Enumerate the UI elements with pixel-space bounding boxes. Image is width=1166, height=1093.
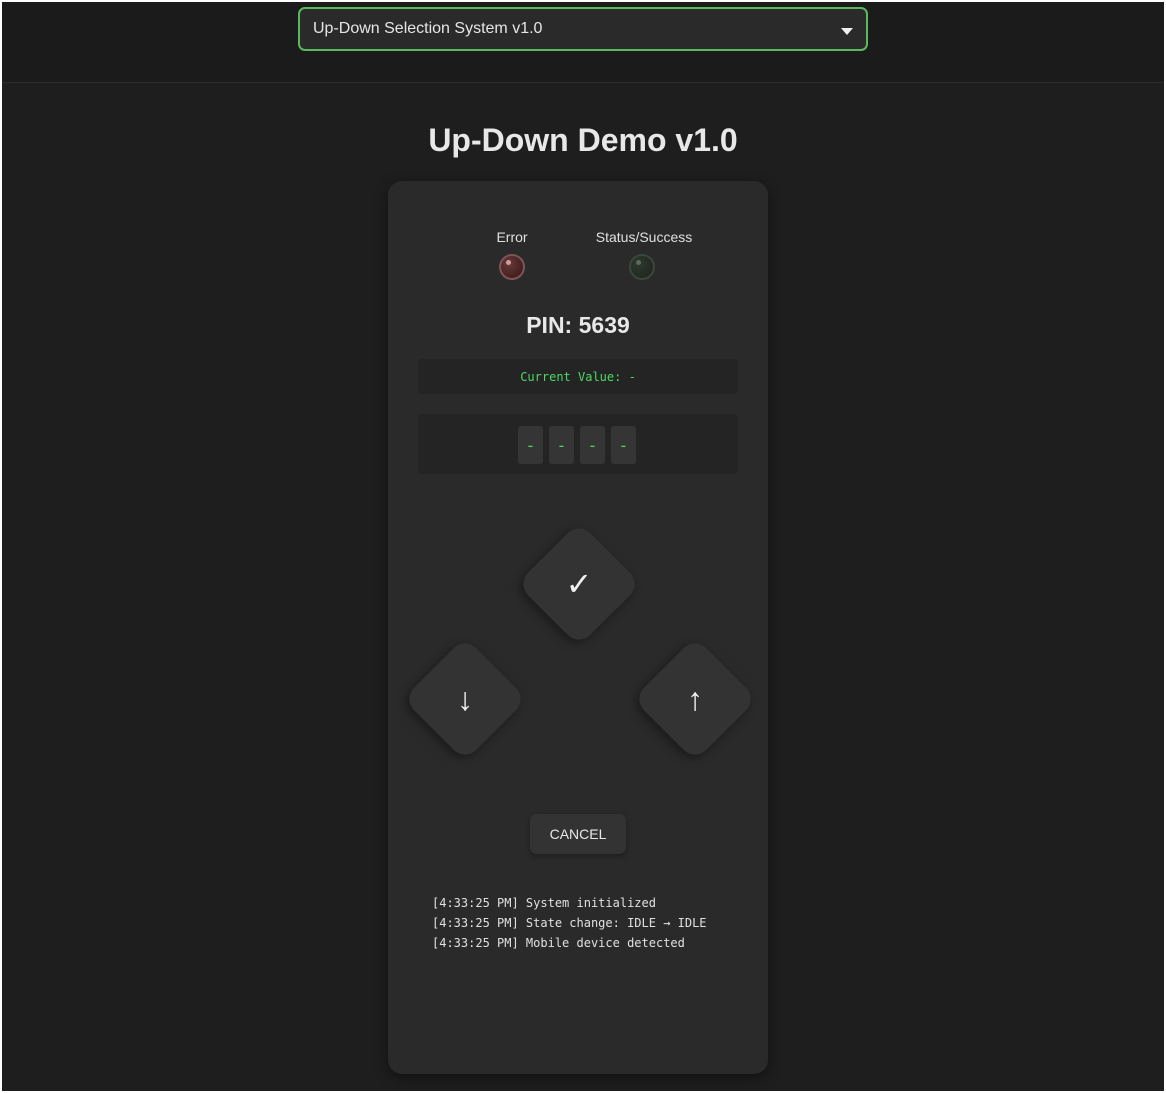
log-line: [4:33:25 PM] System initialized: [432, 896, 656, 910]
pin-digit-4: -: [611, 426, 636, 464]
current-value-text: Current Value: -: [520, 369, 636, 384]
success-indicator-label: Status/Success: [595, 229, 693, 245]
up-button[interactable]: ↑: [632, 636, 758, 762]
log-line: [4:33:25 PM] State change: IDLE → IDLE: [432, 916, 707, 930]
cancel-button[interactable]: CANCEL: [530, 814, 626, 854]
arrow-down-icon: ↓: [457, 680, 473, 717]
system-selector-value: Up-Down Selection System v1.0: [313, 20, 543, 37]
confirm-button[interactable]: ✓: [516, 521, 642, 647]
chevron-down-icon: [841, 28, 853, 35]
app-frame: Up-Down Selection System v1.0 Up-Down De…: [2, 2, 1164, 1091]
success-indicator: Status/Success: [584, 228, 704, 246]
error-indicator: Error: [492, 228, 532, 246]
pin-digit-1: -: [518, 426, 543, 464]
pin-digit-3: -: [580, 426, 605, 464]
success-led-icon: [629, 254, 655, 280]
current-value-display: Current Value: -: [418, 359, 738, 394]
checkmark-icon: ✓: [565, 566, 593, 602]
top-bar: Up-Down Selection System v1.0: [2, 2, 1164, 83]
system-selector[interactable]: Up-Down Selection System v1.0: [298, 7, 868, 51]
arrow-up-icon: ↑: [687, 680, 703, 717]
log-line: [4:33:25 PM] Mobile device detected: [432, 936, 685, 950]
page-title: Up-Down Demo v1.0: [428, 122, 738, 158]
pin-display: PIN: 5639: [526, 312, 630, 338]
down-button[interactable]: ↓: [402, 636, 528, 762]
event-log: [4:33:25 PM] System initialized [4:33:25…: [432, 893, 752, 953]
error-indicator-label: Error: [496, 229, 528, 245]
pin-digit-2: -: [549, 426, 574, 464]
control-panel: Error Status/Success PIN: 5639 Current V…: [388, 181, 768, 1074]
error-led-icon: [499, 254, 525, 280]
pin-digits: - - - -: [418, 414, 738, 474]
